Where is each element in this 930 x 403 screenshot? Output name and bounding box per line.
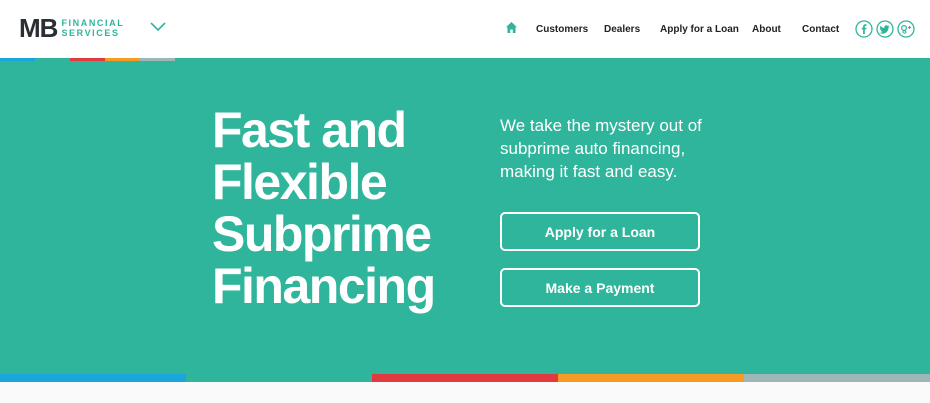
- headline-line-1: Fast and: [212, 102, 407, 158]
- headline-line-4: Financing: [212, 258, 436, 314]
- hero-section: Fast and Flexible Subprime Financing We …: [0, 58, 930, 374]
- nav-about[interactable]: About: [752, 24, 781, 36]
- logo-line-2: SERVICES: [61, 28, 120, 38]
- headline-line-2: Flexible: [212, 154, 388, 210]
- twitter-icon[interactable]: [876, 20, 894, 38]
- site-header: MB FINANCIAL SERVICES Customers Dealers …: [0, 0, 930, 58]
- headline-line-3: Subprime: [212, 206, 432, 262]
- header-accent-blue: [0, 58, 35, 61]
- logo-text: FINANCIAL SERVICES: [61, 18, 124, 38]
- logo-line-1: FINANCIAL: [61, 18, 125, 28]
- color-bar-blue: [0, 374, 186, 382]
- home-icon[interactable]: [505, 21, 518, 34]
- logo[interactable]: MB FINANCIAL SERVICES: [19, 15, 124, 41]
- make-a-payment-button[interactable]: Make a Payment: [500, 268, 700, 307]
- chevron-down-icon[interactable]: [150, 22, 166, 32]
- header-accent-gray: [140, 58, 175, 61]
- header-accent-orange: [105, 58, 140, 61]
- color-bar-gray: [744, 374, 930, 382]
- nav-customers[interactable]: Customers: [536, 24, 588, 36]
- hero-headline: Fast and Flexible Subprime Financing: [212, 102, 436, 314]
- page-below-fold: [0, 382, 930, 403]
- facebook-icon[interactable]: [855, 20, 873, 38]
- apply-for-a-loan-button[interactable]: Apply for a Loan: [500, 212, 700, 251]
- color-bar-orange: [558, 374, 744, 382]
- header-accent-red: [70, 58, 105, 61]
- nav-contact[interactable]: Contact: [802, 24, 839, 36]
- color-bar-teal: [186, 374, 372, 382]
- nav-dealers[interactable]: Dealers: [604, 24, 640, 36]
- nav-apply-for-a-loan[interactable]: Apply for a Loan: [660, 24, 739, 36]
- hero-tagline: We take the mystery out of subprime auto…: [500, 116, 702, 181]
- logo-mark: MB: [19, 13, 58, 43]
- google-plus-icon[interactable]: [897, 20, 915, 38]
- color-bar-red: [372, 374, 558, 382]
